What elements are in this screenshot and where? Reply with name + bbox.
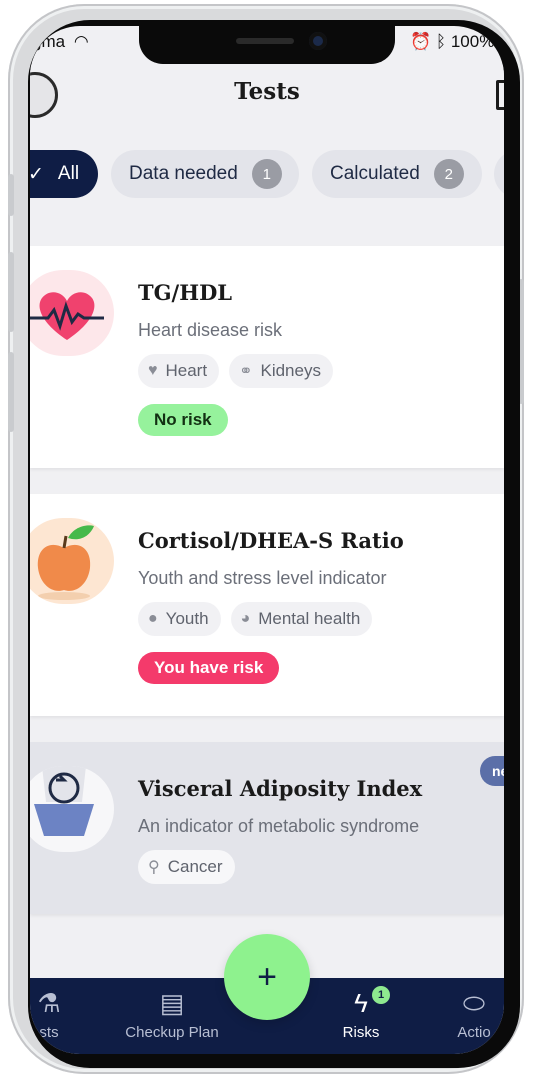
tab-actions[interactable]: ⬭ Actio: [444, 988, 504, 1041]
speaker: [236, 38, 294, 44]
filter-count: 2: [433, 159, 464, 189]
add-button[interactable]: +: [224, 934, 310, 1020]
filter-label: All: [57, 163, 80, 184]
tab-label: Risks: [342, 1024, 380, 1041]
volume-up-button: [8, 252, 14, 332]
tab-checkup-plan[interactable]: ▤ Checkup Plan: [116, 988, 228, 1041]
tag-kidneys: ⚭ Kidneys: [229, 354, 333, 388]
clipboard-icon: ▤: [159, 988, 185, 1018]
header: Tests: [30, 64, 504, 124]
tab-label: sts: [39, 1024, 59, 1041]
test-card-visceral-adiposity[interactable]: ne Visceral Adiposity Index An indicator…: [30, 742, 504, 914]
bookmark-icon[interactable]: [496, 80, 504, 110]
page-title: Tests: [234, 78, 300, 105]
volume-down-button: [8, 352, 14, 432]
filter-count: 1: [251, 159, 282, 189]
tag-youth: ● Youth: [138, 602, 221, 636]
test-card-cortisol[interactable]: Cortisol/DHEA-S Ratio Youth and stress l…: [30, 494, 504, 716]
tab-label: Actio: [457, 1024, 491, 1041]
heart-rate-icon: [30, 270, 114, 356]
apple-icon: [30, 518, 114, 604]
tag-label: Kidneys: [260, 361, 321, 380]
status-right: ⏰ ᛒ 100%: [410, 32, 494, 52]
filter-label: Calculated: [330, 163, 420, 184]
tag-label: Youth: [165, 609, 209, 628]
test-card-tg-hdl[interactable]: TG/HDL Heart disease risk ♥ Heart ⚭ Kidn…: [30, 246, 504, 468]
card-tags: ⚲ Cancer: [138, 850, 235, 884]
tab-tests[interactable]: ⚗ sts: [30, 988, 74, 1041]
tag-label: Cancer: [167, 857, 223, 876]
wifi-icon: ◠: [73, 32, 89, 51]
card-title: Cortisol/DHEA-S Ratio: [138, 528, 404, 553]
card-title: Visceral Adiposity Index: [138, 776, 423, 801]
pill-icon: ⬭: [462, 988, 486, 1018]
alarm-icon: ⏰: [410, 32, 432, 51]
camera: [309, 32, 327, 50]
apple-tag-icon: ●: [148, 610, 158, 627]
heart-icon: ♥: [148, 362, 158, 379]
carrier-label: gma ◠: [32, 32, 89, 51]
filter-data-needed[interactable]: Data needed 1: [111, 150, 299, 198]
mute-switch: [8, 174, 14, 216]
card-tags: ● Youth ◕ Mental health: [138, 602, 373, 636]
check-icon: ✓: [30, 163, 44, 185]
filter-calculated[interactable]: Calculated 2: [312, 150, 482, 198]
status-badge: You have risk: [138, 652, 280, 684]
bluetooth-icon: ᛒ: [435, 32, 447, 51]
status-badge: No risk: [138, 404, 228, 436]
card-subtitle: An indicator of metabolic syndrome: [138, 816, 420, 836]
tag-label: Heart: [165, 361, 208, 380]
new-badge: ne: [480, 756, 504, 786]
battery-label: 100%: [450, 32, 495, 51]
filter-all[interactable]: ✓ All: [30, 150, 98, 198]
card-title: TG/HDL: [138, 280, 233, 305]
tag-label: Mental health: [258, 609, 361, 628]
microscope-icon: ⚗: [37, 988, 61, 1018]
body-icon: [30, 766, 114, 852]
tag-cancer: ⚲ Cancer: [138, 850, 235, 884]
card-subtitle: Youth and stress level indicator: [138, 568, 387, 588]
tag-heart: ♥ Heart: [138, 354, 220, 388]
filter-more[interactable]: [494, 150, 504, 198]
kidneys-icon: ⚭: [239, 363, 253, 380]
risks-count-badge: 1: [372, 986, 390, 1004]
ribbon-icon: ⚲: [148, 859, 160, 876]
filter-label: Data needed: [129, 163, 238, 184]
tab-label: Checkup Plan: [125, 1024, 219, 1041]
card-tags: ♥ Heart ⚭ Kidneys: [138, 354, 333, 388]
brain-icon: ◕: [240, 610, 251, 627]
tag-mental-health: ◕ Mental health: [230, 602, 373, 636]
app-screen: gma ◠ ⏰ ᛒ 100% Tests ✓ All Data needed 1…: [30, 26, 504, 1054]
card-subtitle: Heart disease risk: [138, 320, 283, 340]
notch: [139, 26, 395, 64]
